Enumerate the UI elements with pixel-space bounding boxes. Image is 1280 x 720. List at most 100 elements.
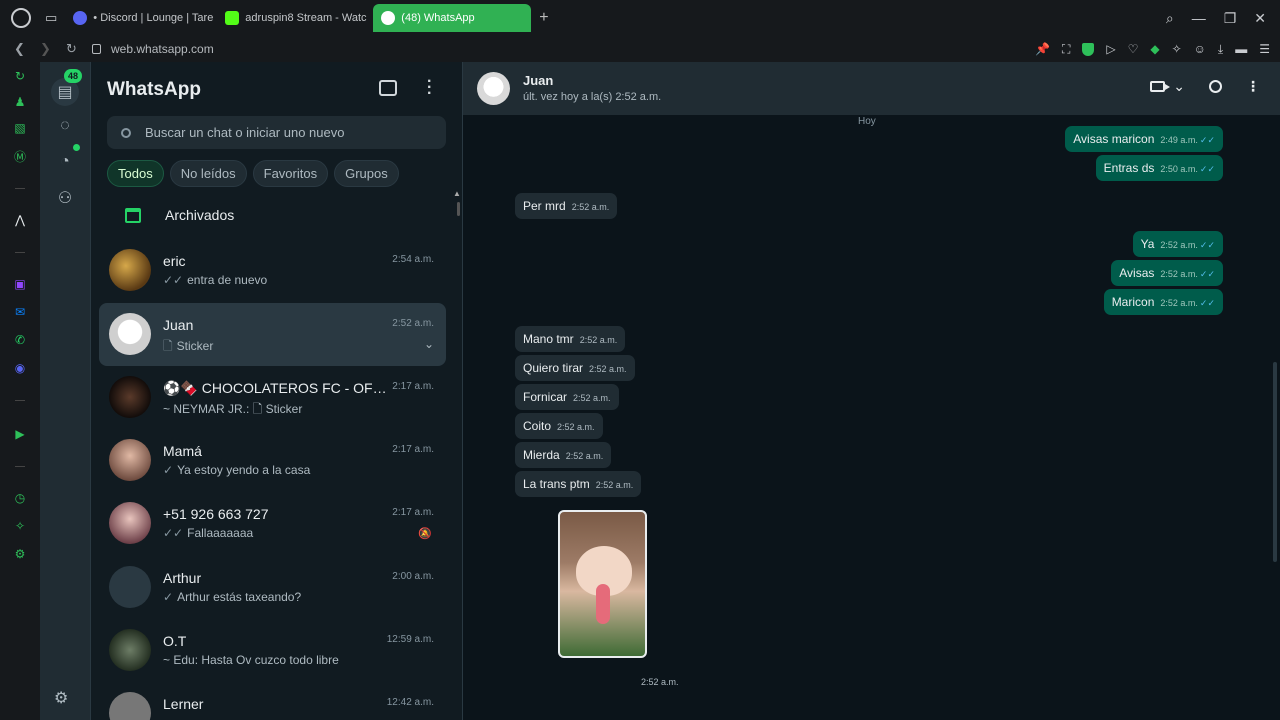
url-field[interactable]: web.whatsapp.com (92, 42, 214, 56)
message-incoming[interactable]: La trans ptm 2:52 a.m. (515, 471, 642, 497)
reload-icon[interactable]: ↻ (66, 41, 78, 57)
chat-row-chocolateros[interactable]: ⚽🍫 CHOCOLATEROS FC - OFICIAL... 2:17 a.m… (99, 366, 446, 429)
sidebar-divider (15, 466, 25, 467)
tab-island-icon[interactable]: ▭ (45, 10, 57, 26)
snapshot-icon[interactable]: ⛶ (1062, 42, 1070, 57)
chat-preview: ✓ Ya estoy yendo a la casa (163, 463, 413, 477)
filter-todos[interactable]: Todos (107, 160, 164, 187)
settings-sidebar-icon[interactable]: ⚙ (12, 546, 28, 562)
archived-label: Archivados (165, 207, 235, 223)
read-ticks-icon: ✓✓ (1199, 269, 1215, 279)
search-input[interactable] (145, 125, 425, 140)
discord-icon[interactable]: ◉ (12, 360, 28, 376)
whatsapp-icon[interactable]: ✆ (12, 332, 28, 348)
message-incoming[interactable]: Fornicar 2:52 a.m. (515, 384, 619, 410)
conversation-header[interactable]: Juan últ. vez hoy a la(s) 2:52 a.m. ⌄ ⋮ (463, 62, 1280, 115)
chat-preview-text: entra de nuevo (187, 273, 268, 287)
tab-kick-stream[interactable]: adruspin8 Stream - Watc (217, 4, 369, 32)
filter-chips: Todos No leídos Favoritos Grupos (107, 160, 399, 187)
chat-row-ot[interactable]: O.T 12:59 a.m. ~ Edu: Hasta Ov cuzco tod… (99, 619, 446, 682)
extensions-icon[interactable]: ✧ (1172, 42, 1182, 56)
message-incoming[interactable]: Mano tmr 2:52 a.m. (515, 326, 626, 352)
chat-row-lerner[interactable]: Lerner 12:42 a.m. (99, 682, 446, 720)
opera-logo-icon[interactable] (11, 8, 31, 28)
message-outgoing[interactable]: Avisas maricon 2:49 a.m. ✓✓ (1065, 126, 1223, 152)
back-icon[interactable]: ❮ (14, 41, 26, 57)
pin-icon[interactable]: 📌 (1035, 42, 1050, 56)
m-app-icon[interactable]: Ⓜ (12, 148, 28, 164)
wallet-icon[interactable]: ▧ (12, 120, 28, 136)
vpn-shield-icon[interactable] (1082, 42, 1095, 56)
aria-icon[interactable]: ♟ (12, 94, 28, 110)
browser-tab-bar: ▭ • Discord | Lounge | Tare adruspin8 St… (0, 0, 1280, 36)
message-incoming[interactable]: Quiero tirar 2:52 a.m. (515, 355, 635, 381)
avatar (109, 376, 151, 418)
chat-row-mama[interactable]: Mamá 2:17 a.m. ✓ Ya estoy yendo a la casa (99, 429, 446, 492)
chat-name: ⚽🍫 CHOCOLATEROS FC - OFICIAL... (163, 380, 389, 396)
message-incoming[interactable]: Mierda 2:52 a.m. (515, 442, 612, 468)
settings-gear-icon[interactable]: ⚙ (54, 688, 68, 708)
search-icon (121, 127, 131, 138)
sticker-message[interactable] (558, 510, 647, 658)
message-outgoing[interactable]: Avisas 2:52 a.m. ✓✓ (1111, 260, 1223, 286)
video-call-icon[interactable] (1150, 81, 1171, 92)
message-incoming[interactable]: Per mrd 2:52 a.m. (515, 193, 618, 219)
archived-row[interactable]: Archivados (91, 198, 463, 232)
extension-green-icon[interactable]: ◆ (1150, 42, 1159, 56)
play-icon[interactable]: ▷ (1106, 42, 1115, 56)
chat-time: 2:00 a.m. (392, 571, 434, 582)
message-outgoing[interactable]: Ya 2:52 a.m. ✓✓ (1132, 231, 1223, 257)
forward-icon[interactable]: ❯ (40, 41, 52, 57)
speed-dial-icon[interactable]: ↻ (12, 68, 28, 84)
twitch-icon[interactable]: ▣ (12, 276, 28, 292)
player-icon[interactable]: ▶ (12, 426, 28, 442)
chevron-down-icon[interactable]: ⌄ (424, 337, 434, 351)
chat-list-panel: WhatsApp ··· Todos No leídos Favoritos G… (91, 62, 463, 720)
chat-row-phone-number[interactable]: +51 926 663 727 2:17 a.m. ✓✓ Fallaaaaaaa … (99, 492, 446, 555)
battery-icon[interactable]: ▬ (1235, 42, 1247, 56)
new-chat-icon[interactable] (379, 80, 397, 96)
close-icon[interactable]: ✕ (1254, 10, 1266, 27)
chat-preview: ✓✓ Fallaaaaaaa (163, 526, 413, 540)
minimize-icon[interactable]: — (1192, 10, 1206, 27)
menu-icon[interactable]: ☰ (1259, 42, 1270, 56)
read-ticks-icon: ✓✓ (1199, 164, 1215, 174)
new-tab-icon[interactable]: + (539, 9, 548, 27)
messenger-icon[interactable]: ✉ (12, 304, 28, 320)
sticker-tongue (596, 584, 610, 624)
menu-kebab-icon[interactable]: · · · (427, 74, 432, 102)
download-icon[interactable]: ⤓ (1218, 42, 1223, 57)
contact-avatar[interactable] (477, 72, 510, 105)
history-icon[interactable]: ◷ (12, 490, 28, 506)
arc-app-icon[interactable]: ⋀ (12, 212, 28, 228)
message-incoming[interactable]: Coito 2:52 a.m. (515, 413, 603, 439)
search-tabs-icon[interactable]: ⌕ (1166, 10, 1174, 27)
filter-favoritos[interactable]: Favoritos (252, 160, 329, 187)
extensions-sidebar-icon[interactable]: ✧ (12, 518, 28, 534)
conversation-scrollbar[interactable] (1273, 362, 1277, 562)
profile-icon[interactable]: ☺ (1194, 42, 1206, 56)
message-outgoing[interactable]: Entras ds 2:50 a.m. ✓✓ (1095, 155, 1223, 181)
filter-no-leidos[interactable]: No leídos (169, 160, 247, 187)
tab-discord[interactable]: • Discord | Lounge | Tare (65, 4, 217, 32)
chat-name: Juan (163, 317, 194, 333)
scroll-up-icon[interactable]: ▲ (453, 189, 461, 198)
chat-row-juan[interactable]: Juan 2:52 a.m. 🗋 Sticker ⌄ (99, 303, 446, 366)
chat-preview: ✓✓ entra de nuevo (163, 273, 413, 287)
chat-preview: ✓ Arthur estás taxeando? (163, 590, 413, 604)
search-bar[interactable] (107, 116, 446, 149)
status-icon[interactable]: ◌ (53, 114, 77, 138)
chat-row-arthur[interactable]: Arthur 2:00 a.m. ✓ Arthur estás taxeando? (99, 556, 446, 619)
menu-kebab-icon[interactable]: ⋮ (1246, 78, 1260, 95)
chat-row-eric[interactable]: eric 2:54 a.m. ✓✓ entra de nuevo (99, 239, 446, 302)
search-icon[interactable] (1209, 80, 1222, 93)
communities-icon[interactable]: ⚇ (53, 186, 77, 210)
filter-grupos[interactable]: Grupos (334, 160, 399, 187)
heart-icon[interactable]: ♡ (1128, 42, 1139, 56)
chevron-down-icon[interactable]: ⌄ (1173, 78, 1185, 95)
channels-icon[interactable]: ◔ (53, 150, 77, 174)
tab-whatsapp[interactable]: (48) WhatsApp (373, 4, 532, 32)
maximize-icon[interactable]: ❐ (1224, 10, 1237, 27)
message-outgoing[interactable]: Maricon 2:52 a.m. ✓✓ (1103, 289, 1223, 315)
read-ticks-icon: ✓✓ (1199, 298, 1215, 308)
